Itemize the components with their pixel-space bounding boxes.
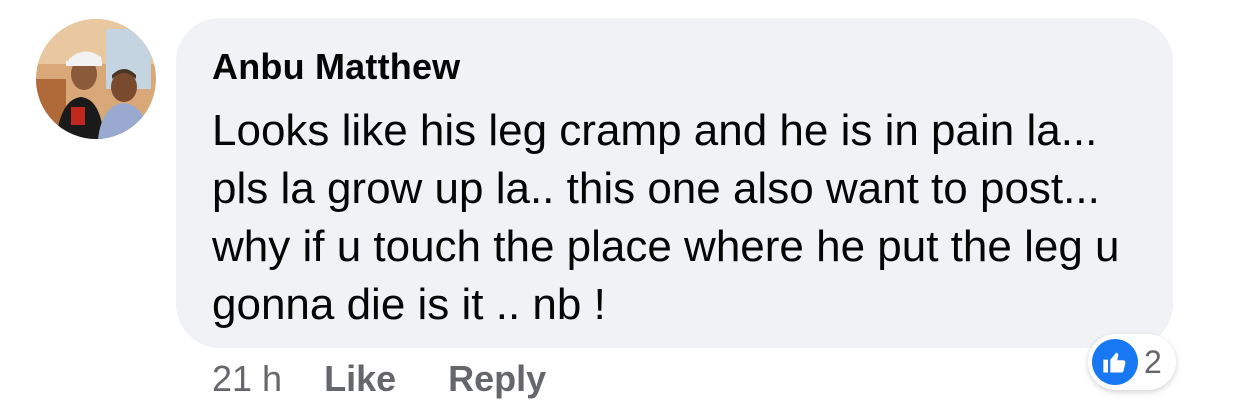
comment-actions-row: 21 h Like Reply xyxy=(212,358,598,400)
like-thumbs-up-icon xyxy=(1092,339,1138,385)
avatar[interactable] xyxy=(36,19,156,139)
comment-timestamp[interactable]: 21 h xyxy=(212,358,282,400)
reaction-summary[interactable]: 2 xyxy=(1088,334,1176,390)
comment-text: Looks like his leg cramp and he is in pa… xyxy=(212,106,1120,329)
comment-author[interactable]: Anbu Matthew xyxy=(212,46,460,88)
reaction-count: 2 xyxy=(1144,343,1162,380)
like-button[interactable]: Like xyxy=(324,358,396,400)
avatar-photo xyxy=(36,19,156,139)
reply-button[interactable]: Reply xyxy=(448,358,546,400)
comment-bubble: Anbu Matthew Looks like his leg cramp an… xyxy=(176,18,1173,348)
